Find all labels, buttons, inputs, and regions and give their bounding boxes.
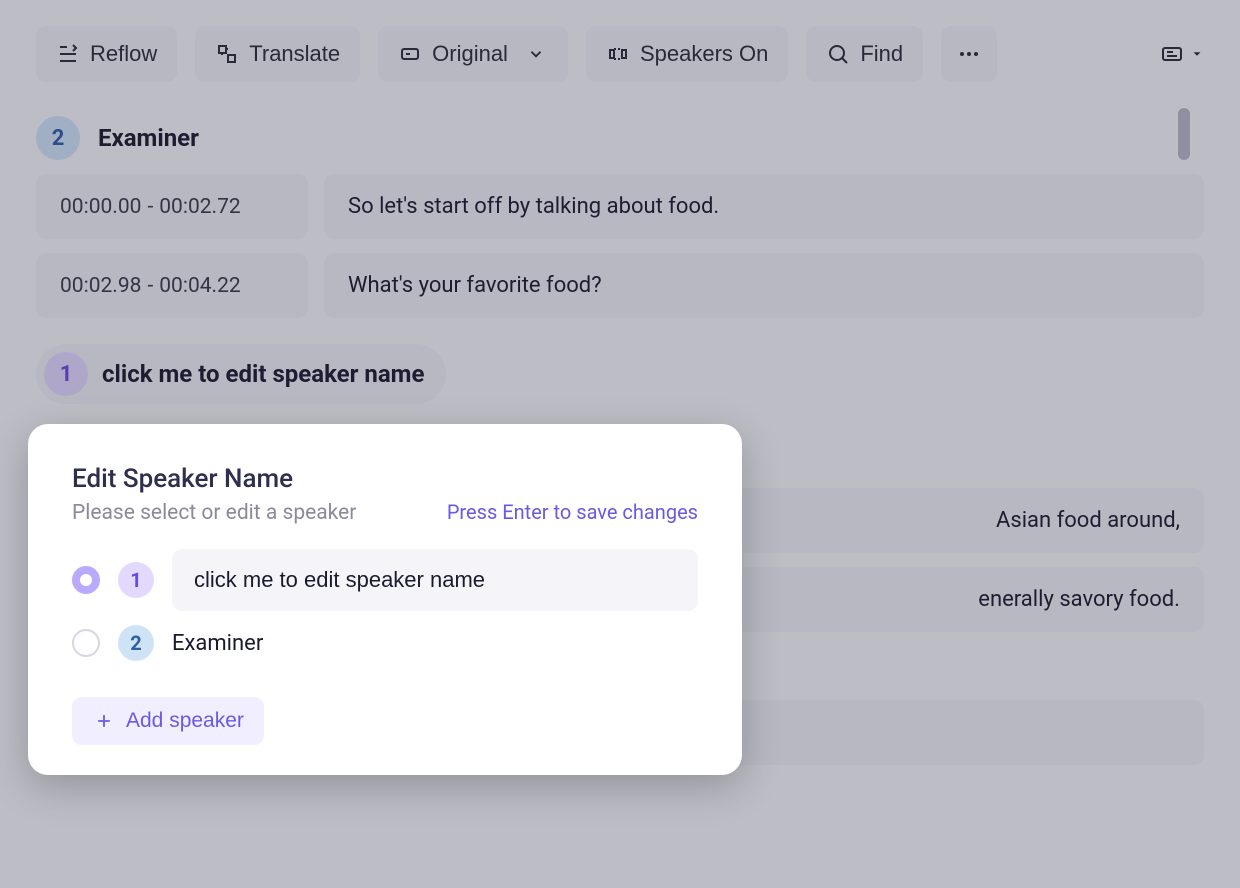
speaker-option-badge: 2	[118, 625, 154, 661]
speaker-option[interactable]: 1	[72, 549, 698, 611]
popover-title: Edit Speaker Name	[72, 464, 698, 494]
app-root: Reflow Translate Original Speakers On	[0, 0, 1240, 888]
radio-unselected[interactable]	[72, 629, 100, 657]
speaker-option[interactable]: 2 Examiner	[72, 625, 698, 661]
speaker-name-input[interactable]	[172, 549, 698, 611]
radio-selected[interactable]	[72, 566, 100, 594]
edit-speaker-popover: Edit Speaker Name Please select or edit …	[28, 424, 742, 775]
speaker-option-badge: 1	[118, 562, 154, 598]
add-speaker-button[interactable]: Add speaker	[72, 697, 264, 745]
plus-icon	[92, 709, 116, 733]
popover-subtitle: Please select or edit a speaker	[72, 501, 356, 525]
add-speaker-label: Add speaker	[126, 709, 244, 733]
speaker-option-label: Examiner	[172, 631, 263, 656]
popover-subheader: Please select or edit a speaker Press En…	[72, 500, 698, 525]
popover-hint: Press Enter to save changes	[447, 500, 698, 524]
